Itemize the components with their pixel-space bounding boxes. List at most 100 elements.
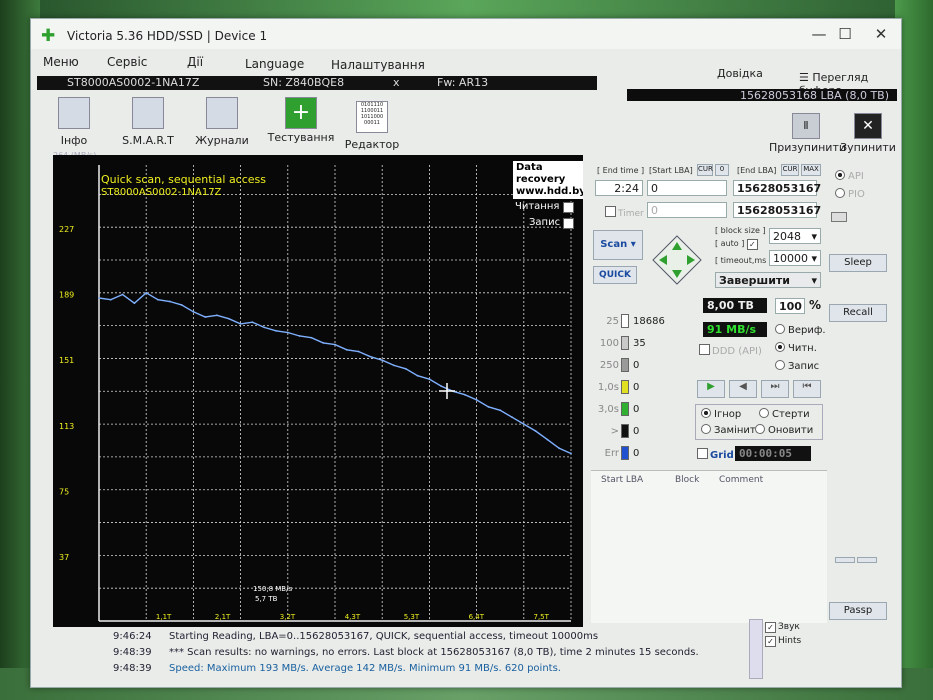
- api-radio[interactable]: API: [835, 170, 864, 182]
- speed-point: [393, 364, 395, 367]
- hints-checkbox-box: ✓: [765, 636, 776, 647]
- block-stat-label: 3,0s: [597, 404, 619, 415]
- device-lba: 15628053168 LBA (8,0 TB): [627, 89, 897, 102]
- speed-point: [239, 323, 242, 325]
- play-button[interactable]: ▶: [697, 380, 725, 398]
- write-checkbox-box: ✓: [563, 218, 575, 229]
- speed-chart: 37 75 113 151 189 227 1,1T 2,1T 3,2T 4,3T 5,3T 6,4T…: [53, 155, 583, 627]
- write-checkbox[interactable]: Запис ✓: [529, 217, 576, 229]
- timeout-label: [ timeout,ms ]: [715, 256, 773, 265]
- menu-language[interactable]: Language: [245, 57, 304, 71]
- timer-checkbox[interactable]: Timer: [605, 206, 644, 219]
- block-stat-swatch: [621, 446, 629, 460]
- log-time: 9:48:39: [113, 647, 152, 658]
- auto-label: [ auto ]: [715, 239, 745, 248]
- folder-icon: [206, 97, 238, 129]
- speed-point: [286, 331, 289, 334]
- cur-end-button[interactable]: CUR: [781, 164, 799, 176]
- peak-position-label: 5,7 TB: [255, 595, 278, 603]
- passport-button[interactable]: Passp: [829, 602, 887, 620]
- block-stat-swatch: [621, 336, 629, 350]
- sound-checkbox-label: Звук: [778, 622, 800, 632]
- speed-point: [133, 302, 136, 305]
- ddd-checkbox[interactable]: DDD (API): [699, 344, 762, 357]
- verify-radio[interactable]: Вериф.: [775, 324, 826, 336]
- ignore-radio[interactable]: Ігнор: [701, 408, 741, 420]
- grid-checkbox[interactable]: Grid: [697, 448, 734, 461]
- speed-point: [204, 316, 207, 318]
- small-button-1[interactable]: [835, 557, 855, 563]
- start-lba-label: [Start LBA]: [649, 166, 693, 175]
- tests-button[interactable]: + Тестування: [261, 97, 341, 144]
- hints-checkbox[interactable]: ✓ Hints: [765, 636, 801, 647]
- logs-button[interactable]: Журнали: [185, 97, 259, 147]
- y-tick-label: 37: [59, 553, 69, 562]
- end-time-field[interactable]: 2:24: [595, 180, 643, 196]
- menu-service[interactable]: Сервіс: [107, 55, 147, 69]
- chevron-down-icon: ▾: [811, 274, 817, 287]
- binary-icon: 0101110 1100011 1011000 00011: [356, 101, 388, 133]
- scan-button-label: Scan: [600, 239, 628, 250]
- max-button[interactable]: MAX: [801, 164, 821, 176]
- end-lba-field-2[interactable]: 15628053167: [733, 202, 821, 218]
- plus-icon: +: [285, 97, 317, 129]
- chevron-down-icon: ▾: [811, 230, 817, 243]
- read-radio-label: Читн.: [788, 343, 817, 354]
- timer-label: Timer: [618, 209, 644, 219]
- pio-radio[interactable]: PIO: [835, 188, 865, 200]
- block-size-select[interactable]: 2048 ▾: [769, 228, 821, 244]
- direction-pad[interactable]: [651, 234, 703, 286]
- speed-point: [511, 416, 513, 419]
- zero-button[interactable]: 0: [715, 164, 729, 176]
- x-tick-label: 3,2T: [280, 613, 296, 621]
- menu-settings[interactable]: Налаштування: [331, 58, 425, 72]
- sound-checkbox[interactable]: ✓ Звук: [765, 622, 800, 633]
- read-checkbox[interactable]: Читання ✓: [515, 201, 576, 213]
- small-button-2[interactable]: [857, 557, 877, 563]
- speed-point: [475, 399, 478, 401]
- scan-panel: [ End time ] 2:24 [Start LBA] CUR 0 0 [E…: [591, 162, 827, 623]
- menu-actions[interactable]: Дії: [187, 55, 203, 69]
- maximize-button[interactable]: ☐: [827, 23, 863, 45]
- defects-table[interactable]: Start LBA Block Comment: [591, 470, 827, 623]
- finish-action-select[interactable]: Завершити ▾: [715, 272, 821, 288]
- end-lba-field[interactable]: 15628053167: [733, 180, 821, 196]
- refresh-radio[interactable]: Оновити: [755, 424, 813, 436]
- editor-button[interactable]: 0101110 1100011 1011000 00011 Редактор: [335, 101, 409, 151]
- cur-button[interactable]: CUR: [697, 164, 713, 176]
- timer-field[interactable]: 0: [647, 202, 727, 218]
- read-radio[interactable]: Читн.: [775, 342, 817, 354]
- recall-button[interactable]: Recall: [829, 304, 887, 322]
- speed-point: [121, 293, 124, 296]
- block-stat-label: Err: [604, 448, 619, 459]
- skip-button[interactable]: ⏭: [761, 380, 789, 398]
- chart-title: Quick scan, sequential access: [101, 173, 267, 186]
- pause-button[interactable]: Ⅱ Призупинити: [769, 113, 846, 154]
- menu-main[interactable]: Меню: [43, 55, 79, 69]
- timeout-select[interactable]: 10000 ▾: [769, 250, 821, 266]
- block-stat-count: 0: [633, 448, 640, 459]
- smart-button[interactable]: S.M.A.R.T: [111, 97, 185, 147]
- sleep-button[interactable]: Sleep: [829, 254, 887, 272]
- menu-help[interactable]: Довідка: [717, 67, 763, 80]
- data-recovery-ad[interactable]: Data recovery www.hdd.by: [513, 161, 583, 199]
- erase-radio[interactable]: Стерти: [759, 408, 810, 420]
- auto-checkbox[interactable]: [ auto ] ✓: [715, 239, 760, 250]
- stop-button[interactable]: ✕ Зупинити: [837, 113, 899, 154]
- scan-button[interactable]: Scan ▾: [593, 230, 643, 260]
- close-button[interactable]: ✕: [863, 23, 899, 45]
- block-stat-swatch: [621, 380, 629, 394]
- timeout-value: 10000: [773, 252, 808, 265]
- device-bar[interactable]: ST8000AS0002-1NA17Z SN: Z840BQE8 x Fw: A…: [37, 76, 597, 90]
- log-scrollbar[interactable]: [749, 619, 763, 679]
- write-radio[interactable]: Запис: [775, 360, 819, 372]
- replace-radio[interactable]: Замінити: [701, 424, 762, 436]
- col-comment: Comment: [719, 475, 764, 485]
- quick-button[interactable]: QUICK: [593, 266, 637, 284]
- start-lba-field[interactable]: 0: [647, 180, 727, 196]
- reverse-button[interactable]: ◀: [729, 380, 757, 398]
- end-button[interactable]: ⏮: [793, 380, 821, 398]
- speed-point: [168, 300, 171, 303]
- info-button[interactable]: Інфо: [37, 97, 111, 147]
- reverse-icon: ◀: [739, 381, 747, 392]
